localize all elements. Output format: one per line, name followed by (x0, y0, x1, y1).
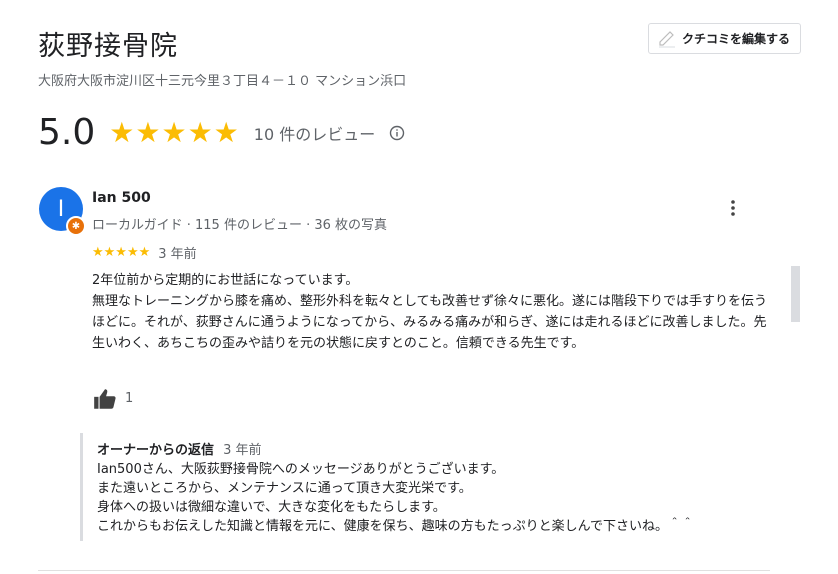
scrollbar-thumb[interactable] (791, 266, 800, 322)
thumbs-up-icon[interactable] (92, 386, 118, 412)
review-rating: ★★★★★ 3 年前 (92, 243, 197, 262)
divider (38, 570, 770, 571)
avatar-letter: I (57, 196, 65, 222)
owner-reply-time: 3 年前 (223, 443, 262, 458)
edit-review-label: クチコミを編集する (682, 32, 791, 46)
pencil-icon (659, 30, 675, 47)
place-address: 大阪府大阪市淀川区十三元今里３丁目４－１０ マンション浜口 (38, 74, 407, 89)
edit-review-button[interactable]: クチコミを編集する (648, 23, 801, 54)
more-options-icon[interactable] (724, 198, 742, 218)
place-title: 荻野接骨院 (38, 31, 178, 62)
like-count: 1 (125, 391, 134, 406)
rating-score: 5.0 (38, 112, 96, 153)
owner-reply-header: オーナーからの返信 3 年前 (97, 439, 262, 458)
review-time: 3 年前 (158, 247, 197, 262)
owner-reply-text: Ian500さん、大阪荻野接骨院へのメッセージありがとうございます。 また遠いと… (97, 462, 694, 534)
review-stars: ★★★★★ (92, 245, 151, 260)
reviewer-name[interactable]: Ian 500 (92, 190, 151, 206)
review-count[interactable]: 10 件のレビュー (254, 121, 375, 145)
reviewer-meta: ローカルガイド · 115 件のレビュー · 36 枚の写真 (92, 218, 388, 233)
info-icon[interactable] (389, 125, 405, 141)
review-text: 2年位前から定期的にお世話になっています。 無理なトレーニングから膝を痛め、整形… (92, 273, 767, 351)
local-guide-badge-icon: ✱ (66, 216, 86, 236)
owner-reply-label: オーナーからの返信 (97, 443, 215, 458)
rating-summary: 5.0 ★★★★★ 10 件のレビュー (38, 112, 405, 153)
rating-stars: ★★★★★ (109, 116, 240, 149)
